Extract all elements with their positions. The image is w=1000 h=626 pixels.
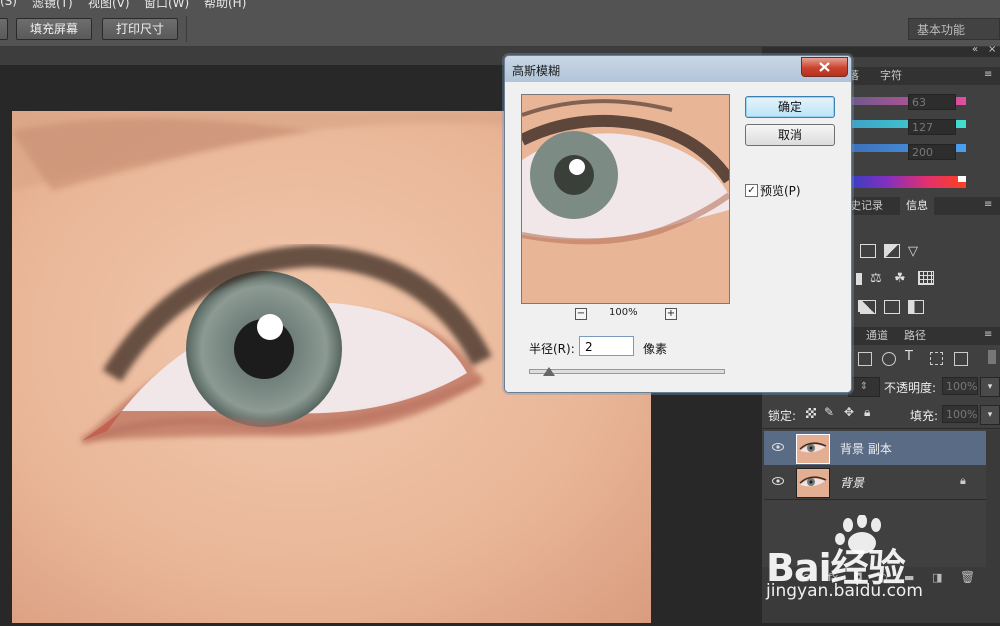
layer-name[interactable]: 背景 [840,474,864,491]
watermark-url: jingyan.baidu.com [766,581,923,601]
zoom-in-button[interactable]: + [665,308,677,320]
radius-slider-thumb[interactable] [543,367,555,376]
lock-all-icon[interactable]: 🔒︎ [864,405,870,420]
opacity-field[interactable]: 100% [942,377,978,395]
dialog-body: − 100% + 确定 取消 ✓ 预览(P) 半径(R): 2 像素 [505,82,851,392]
radius-label: 半径(R): [529,342,575,356]
levels-icon[interactable] [860,244,876,258]
filter-type-icon[interactable]: T [905,349,913,364]
layer-row-background[interactable]: 背景 🔒︎ [764,465,986,499]
exposure-icon[interactable]: ▽ [908,244,918,259]
filter-shape-icon[interactable] [930,352,943,365]
curves-icon[interactable] [884,244,900,258]
opacity-label: 不透明度: [884,381,937,395]
lock-transparent-icon[interactable] [806,408,816,418]
radius-unit: 像素 [643,342,668,356]
r-value-field[interactable]: 63 [908,94,956,110]
radius-slider-track[interactable] [529,369,725,374]
dialog-title: 高斯模糊 [512,64,561,78]
vibrance-icon[interactable] [856,273,862,285]
fill-dropdown-icon[interactable]: ▾ [980,405,1000,425]
filter-toggle[interactable] [988,350,996,364]
b-value-field[interactable]: 200 [908,144,956,160]
layer-thumbnail [796,434,830,464]
blend-mode-select[interactable]: ⇕ [848,377,880,397]
dialog-close-button[interactable] [801,57,848,77]
tab-channels[interactable]: 通道 [860,327,894,345]
dialog-titlebar[interactable]: 高斯模糊 [505,56,851,82]
workspace-select[interactable]: 基本功能 [908,18,1000,40]
threshold-icon[interactable] [884,300,900,314]
layer-lock-icon: 🔒︎ [960,474,966,487]
channel-mixer-icon[interactable] [918,271,934,285]
tab-character[interactable]: 字符 [874,67,908,85]
menu-item-help[interactable]: 帮助(H) [204,0,246,11]
ok-button[interactable]: 确定 [745,96,835,118]
opacity-dropdown-icon[interactable]: ▾ [980,377,1000,397]
options-bar: 填充屏幕 打印尺寸 基本功能 [0,12,1000,47]
filter-smart-icon[interactable] [954,352,968,366]
g-value-field[interactable]: 127 [908,119,956,135]
fill-label: 填充: [910,409,939,423]
panel-menu-icon[interactable]: ≡ [984,329,992,340]
eye-icon[interactable] [772,441,784,453]
baidu-watermark: Bai经验 jingyan.baidu.com [760,514,1000,623]
lock-pixels-icon[interactable]: ✎ [824,405,834,419]
tab-info[interactable]: 信息 [900,197,934,215]
zoom-level: 100% [609,307,638,318]
cancel-button[interactable]: 取消 [745,124,835,146]
gaussian-blur-dialog: 高斯模糊 − 100% + 确定 取消 ✓ 预览(P) 半径(R): 2 像素 [504,55,852,393]
filter-pixel-icon[interactable] [858,352,872,366]
lock-label: 锁定: [768,409,797,423]
ramp-white-swatch[interactable] [958,176,966,182]
tab-paths[interactable]: 路径 [898,327,932,345]
divider [764,499,986,500]
divider [762,428,1000,429]
fill-screen-button[interactable]: 填充屏幕 [16,18,92,40]
layer-name[interactable]: 背景 副本 [840,440,892,457]
color-balance-icon[interactable]: ☘ [894,271,906,286]
fill-field[interactable]: 100% [942,405,978,423]
preview-image[interactable] [521,94,730,304]
divider [186,16,187,42]
posterize-icon[interactable] [860,300,876,314]
menu-item-filter[interactable]: 滤镜(T) [32,0,73,11]
panel-menu-icon[interactable]: ≡ [984,199,992,210]
filter-adjust-icon[interactable] [882,352,896,366]
collapse-icon[interactable]: « [972,44,978,55]
gradient-map-icon[interactable] [908,300,924,314]
eye-icon[interactable] [772,475,784,487]
close-icon[interactable]: × [988,44,996,55]
hue-icon[interactable]: ⚖ [870,271,882,286]
layer-row-background-copy[interactable]: 背景 副本 [764,431,986,465]
preview-label[interactable]: 预览(P) [760,182,801,199]
color-ramp[interactable] [846,176,966,188]
menu-item-window[interactable]: 窗口(W) [144,0,189,11]
radius-input[interactable]: 2 [579,336,634,356]
layer-thumbnail [796,468,830,498]
close-icon [819,62,830,72]
preview-checkbox[interactable]: ✓ [745,184,758,197]
panel-menu-icon[interactable]: ≡ [984,69,992,80]
lock-position-icon[interactable]: ✥ [844,405,854,419]
options-button-partial[interactable] [0,18,8,40]
zoom-out-button[interactable]: − [575,308,587,320]
menu-item[interactable]: (S) [0,0,17,8]
print-size-button[interactable]: 打印尺寸 [102,18,178,40]
menu-item-view[interactable]: 视图(V) [88,0,130,11]
menu-bar: (S) 滤镜(T) 视图(V) 窗口(W) 帮助(H) [0,0,1000,12]
